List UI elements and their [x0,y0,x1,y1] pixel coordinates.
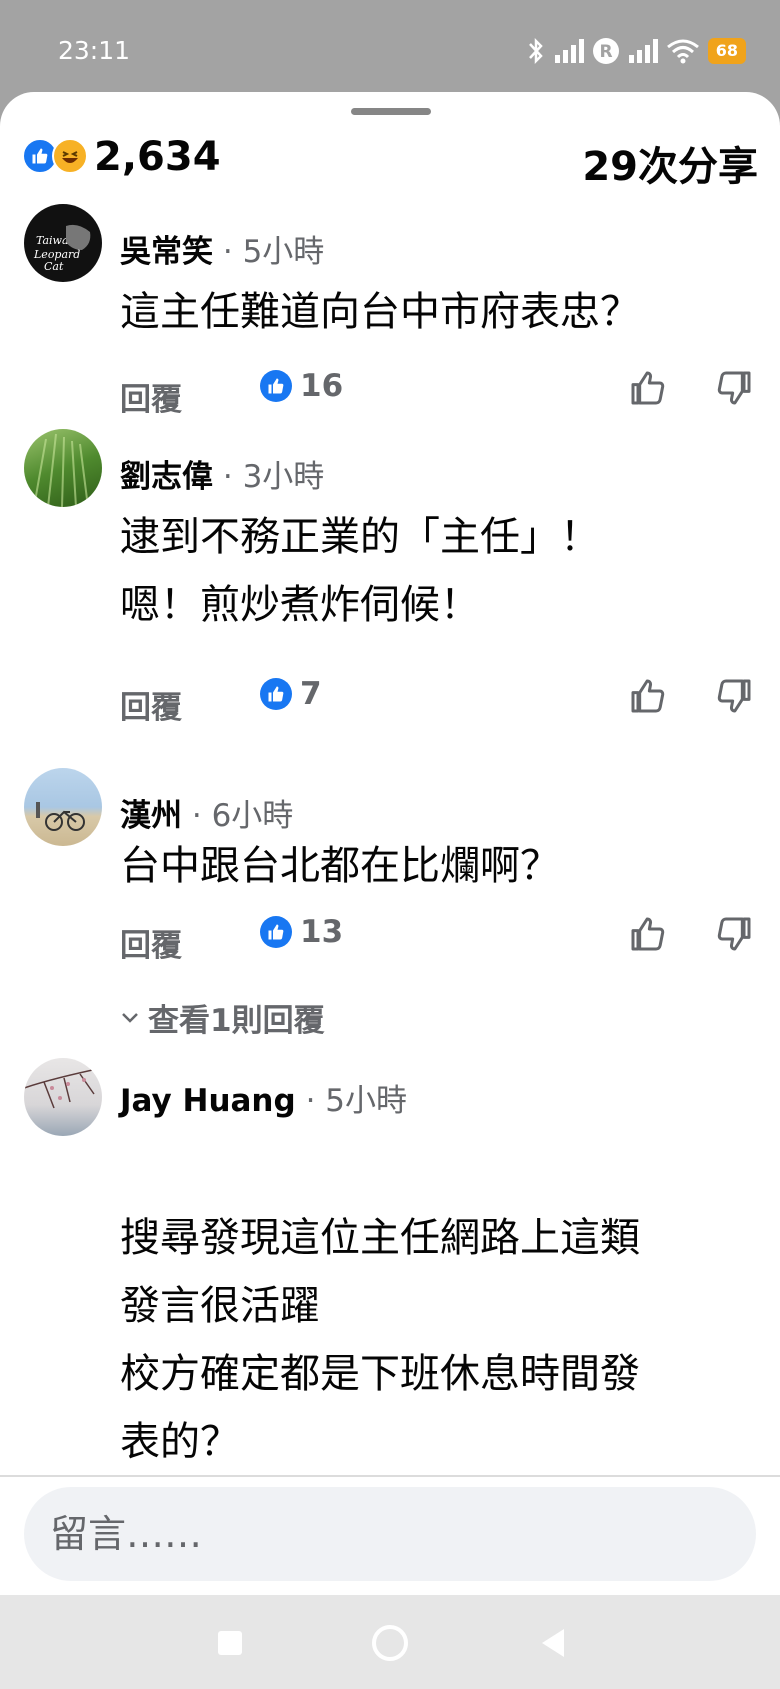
haha-reaction-icon [52,138,88,174]
circle-icon[interactable] [370,1623,410,1663]
thumbs-up-icon[interactable] [628,368,668,408]
view-replies-label: 查看1則回覆 [148,1003,325,1039]
avatar[interactable] [24,1058,102,1136]
status-icons: R 68 [526,36,746,66]
thumbs-up-icon[interactable] [628,914,668,954]
bluetooth-icon [528,37,543,65]
comment-time: · 5小時 [222,234,325,270]
avatar[interactable] [24,429,102,507]
comment-actions: 回覆 13 [0,914,780,964]
comment-time: · 3小時 [222,459,325,495]
reply-button[interactable]: 回覆 [120,920,182,965]
comment-actions: 回覆 7 [0,676,780,726]
signal-icon [554,39,584,63]
svg-text:Cat: Cat [44,260,64,273]
reply-button[interactable]: 回覆 [120,374,182,419]
battery-indicator: 68 [707,38,746,64]
comment-text: 這主任難道向台中市府表忠？ [120,289,640,335]
reply-button[interactable]: 回覆 [120,682,182,727]
comment-composer [0,1477,780,1595]
comment-header: Jay Huang · 5小時 [120,1075,407,1120]
like-count-group[interactable]: 13 [260,914,343,950]
grass-photo [33,433,89,507]
like-count-group[interactable]: 16 [260,368,343,404]
comment-header: 吳常笑 · 5小時 [120,226,324,271]
blossom-photo [24,1067,102,1109]
commenter-name[interactable]: Jay Huang [120,1083,296,1119]
leopard-cat-logo: TaiwanLeopardCat [33,224,91,273]
thumbs-down-icon[interactable] [714,676,754,716]
like-count-group[interactable]: 7 [260,676,322,712]
comment-text: 搜尋發現這位主任網路上這類 發言很活躍 校方確定都是下班休息時間發 表的？ [120,1215,640,1465]
drag-handle[interactable] [351,108,431,115]
thumbs-down-icon[interactable] [714,368,754,408]
avatar[interactable] [24,768,102,846]
like-badge-icon [260,678,292,710]
like-badge-icon [260,916,292,948]
like-count: 7 [300,676,322,712]
signal-icon [628,39,658,63]
system-nav-bar [0,1595,780,1689]
avatar[interactable]: Taiwan Leopard Cat [24,204,102,282]
commenter-name[interactable]: 吳常笑 [120,234,213,270]
share-count[interactable]: 29次分享 [582,134,758,192]
commenter-name[interactable]: 劉志偉 [120,459,213,495]
comment-time: · 6小時 [191,798,294,834]
bicycle-photo [36,802,85,831]
comment-header: 漢州 · 6小時 [120,790,293,835]
comment-header: 劉志偉 · 3小時 [120,451,324,496]
comment-actions: 回覆 16 [0,368,780,418]
like-count: 16 [300,368,344,404]
comment-text: 台中跟台北都在比爛啊？ [120,843,560,889]
comment-text: 逮到不務正業的「主任」！ 嗯！煎炒煮炸伺候！ [120,514,600,628]
svg-text:R: R [599,42,612,62]
view-replies-link[interactable]: 查看1則回覆 [120,995,325,1040]
reaction-summary: 2,634 29次分享 [22,130,758,190]
chevron-down-icon [122,1012,138,1023]
comments-sheet: 2,634 29次分享 Taiwan Leopard Cat 吳常笑 · 5小時 這… [0,92,780,1595]
wifi-icon [666,39,699,64]
back-triangle-icon[interactable] [536,1625,572,1661]
thumbs-up-icon[interactable] [628,676,668,716]
status-time: 23:11 [58,36,131,65]
comment-input[interactable] [24,1487,756,1581]
like-count: 13 [300,914,344,950]
commenter-name[interactable]: 漢州 [120,798,182,834]
reaction-count[interactable]: 2,634 [94,134,221,180]
like-badge-icon [260,370,292,402]
thumbs-down-icon[interactable] [714,914,754,954]
square-icon[interactable] [212,1625,248,1661]
comment-time: · 5小時 [305,1083,407,1119]
roaming-icon: R [592,38,619,64]
status-bar: 23:11 R 68 [0,0,780,92]
reaction-icons[interactable] [22,138,88,174]
